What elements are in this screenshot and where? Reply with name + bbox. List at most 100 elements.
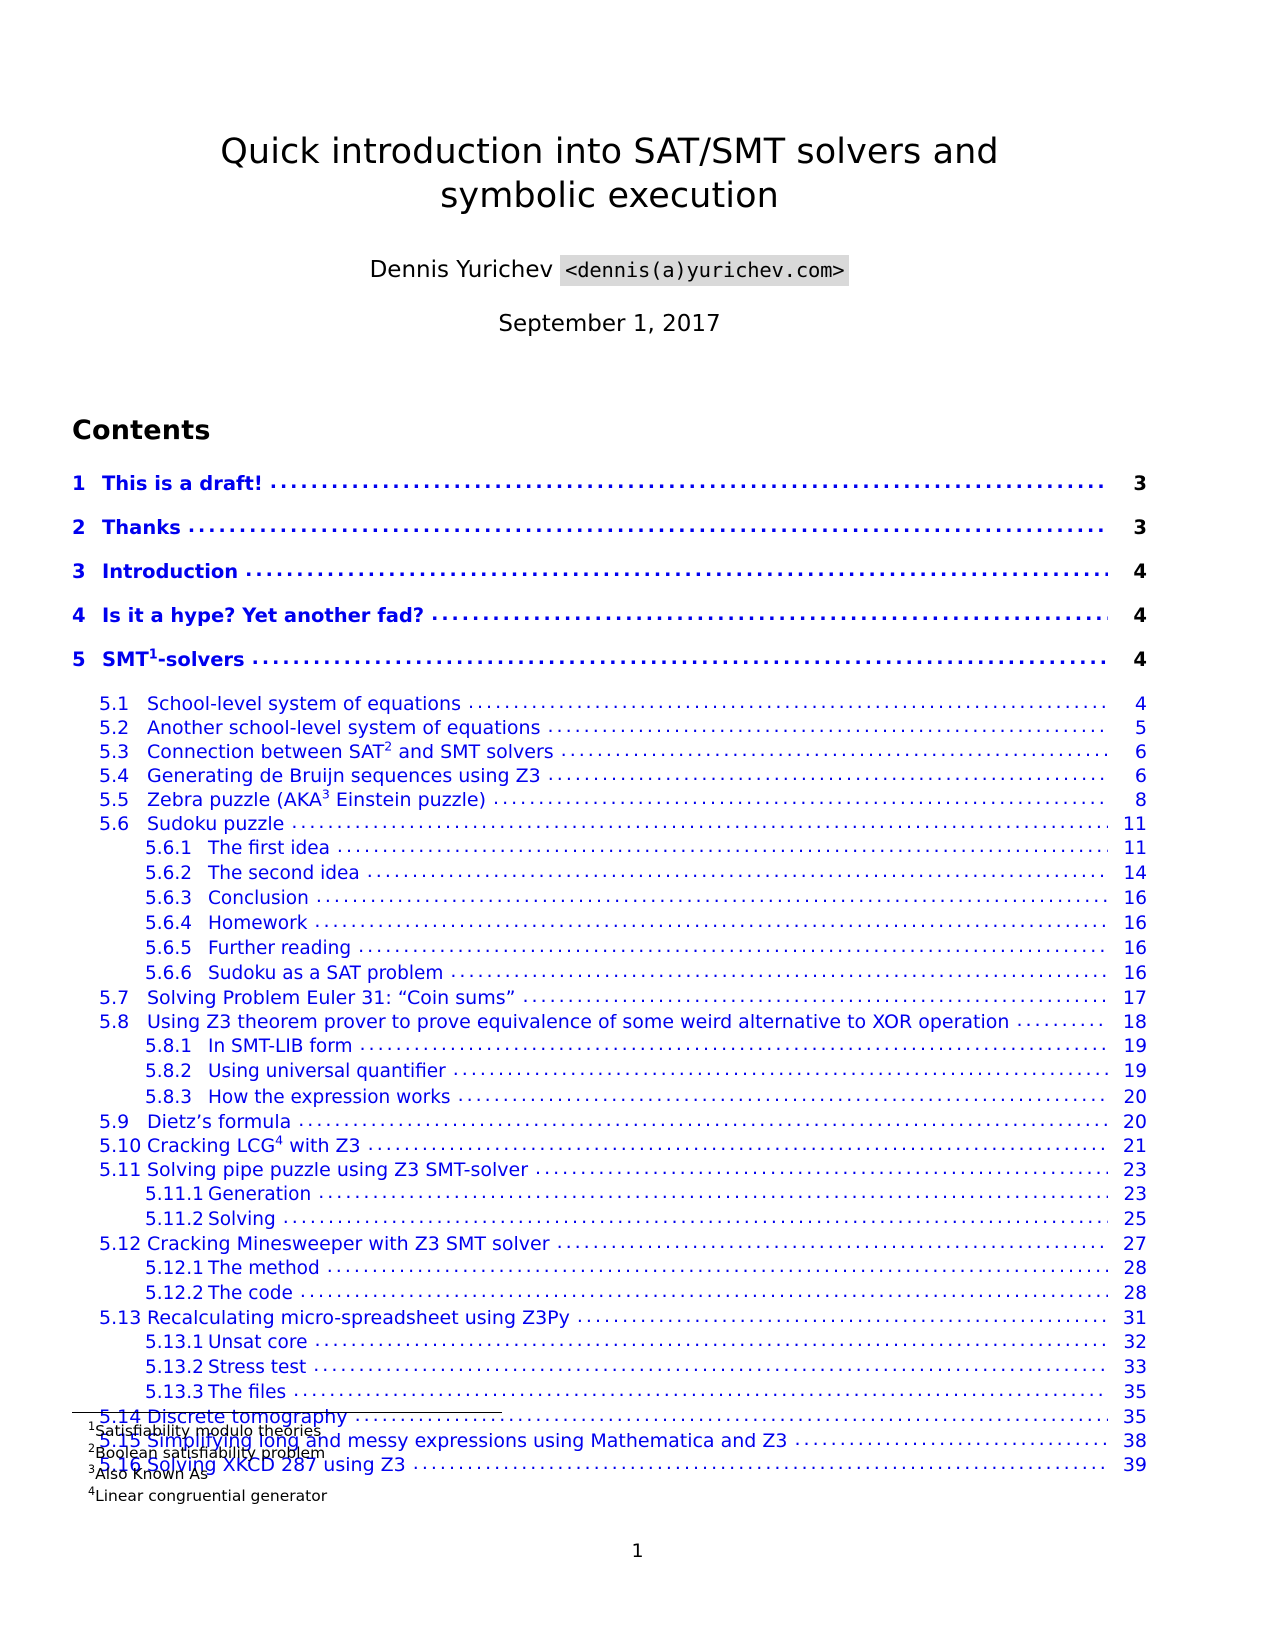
toc-entry-label: In SMT-LIB form: [208, 1036, 353, 1058]
toc-leader-dots: ........................................…: [291, 811, 1108, 834]
toc-entry[interactable]: 5.1 School-level system of equations.....…: [72, 691, 1147, 716]
toc-entry-page: 23: [1123, 1183, 1147, 1205]
table-of-contents: 1 This is a draft!.......................…: [72, 471, 1147, 1477]
toc-entry[interactable]: 5.8.1 In SMT-LIB form....................…: [72, 1033, 1147, 1059]
toc-entry[interactable]: 5.8.3 How the expression works...........…: [72, 1084, 1147, 1110]
footnote: 2Boolean satisfiability problem: [72, 1442, 1147, 1465]
toc-entry-page: 11: [1122, 813, 1147, 836]
toc-entry[interactable]: 5.13.1 Unsat core........................…: [72, 1329, 1147, 1355]
toc-entry-label: Is it a hype? Yet another fad?: [102, 603, 425, 627]
page-number: 1: [631, 1540, 644, 1562]
toc-leader-dots: ........................................…: [450, 960, 1108, 983]
toc-entry-page: 32: [1123, 1331, 1147, 1353]
toc-entry-number: 5.9: [99, 1110, 130, 1133]
toc-entry-page: 23: [1122, 1158, 1147, 1181]
toc-entry[interactable]: 5.12.2 The code..........................…: [72, 1280, 1147, 1306]
toc-entry[interactable]: 5.4 Generating de Bruijn sequences using …: [72, 762, 1147, 788]
toc-entry[interactable]: 5.6.4 Homework...........................…: [72, 910, 1147, 936]
toc-entry[interactable]: 5.6.2 The second idea....................…: [72, 860, 1147, 886]
toc-entry[interactable]: 5.6 Sudoku puzzle........................…: [72, 811, 1147, 836]
toc-entry-number: 5.12: [99, 1232, 142, 1255]
toc-entry-page: 6: [1134, 740, 1147, 763]
toc-entry-page: 4: [1134, 692, 1147, 715]
footnote: 4Linear congruential generator: [72, 1486, 1147, 1508]
toc-entry[interactable]: 3 Introduction...........................…: [72, 558, 1147, 583]
toc-entry-number: 5.6.6: [145, 963, 193, 985]
author-email[interactable]: <dennis(a)yurichev.com>: [560, 254, 850, 286]
toc-entry[interactable]: 5.7 Solving Problem Euler 31: “Coin sums”…: [72, 985, 1147, 1010]
toc-entry[interactable]: 5 SMT1-solvers...........................…: [72, 647, 1147, 671]
toc-entry-number: 5.6: [99, 813, 130, 836]
footnotes-list: 1Satisfiability modulo theories 2Boolean …: [72, 1421, 1147, 1508]
toc-leader-dots: ........................................…: [452, 1058, 1108, 1081]
footnote-marker[interactable]: 1: [149, 647, 158, 662]
toc-entry-page: 33: [1123, 1356, 1147, 1378]
toc-entry[interactable]: 5.13.2 Stress test.......................…: [72, 1353, 1147, 1380]
toc-entry-page: 8: [1134, 789, 1147, 811]
toc-entry-number: 5.2: [99, 716, 130, 739]
toc-entry[interactable]: 5.2 Another school-level system of equati…: [72, 715, 1147, 740]
toc-entry[interactable]: 5.5 Zebra puzzle (AKA3 Einstein puzzle)..…: [72, 786, 1147, 812]
toc-leader-dots: ........................................…: [431, 602, 1108, 625]
toc-entry[interactable]: 5.6.5 Further reading....................…: [72, 935, 1147, 961]
toc-entry[interactable]: 5.8 Using Z3 theorem prover to prove equi…: [72, 1009, 1147, 1034]
toc-entry-label: Connection between SAT2 and SMT solvers: [147, 738, 554, 763]
toc-entry-number: 5.8.1: [145, 1036, 193, 1058]
toc-leader-dots: ........................................…: [313, 1353, 1108, 1376]
toc-leader-dots: ........................................…: [245, 558, 1108, 581]
toc-entry-page: 4: [1133, 647, 1147, 671]
toc-entry-number: 2: [72, 515, 86, 539]
toc-leader-dots: ........................................…: [187, 514, 1108, 537]
footnote-marker[interactable]: 2: [384, 739, 392, 754]
toc-entry-number: 5.13.3: [145, 1381, 204, 1403]
toc-leader-dots: ........................................…: [315, 885, 1108, 908]
toc-entry[interactable]: 1 This is a draft!.......................…: [72, 471, 1147, 495]
toc-entry[interactable]: 5.11.2 Solving...........................…: [72, 1206, 1147, 1232]
toc-entry[interactable]: 5.3 Connection between SAT2 and SMT solve…: [72, 738, 1147, 764]
toc-entry-number: 5.12.1: [145, 1257, 204, 1279]
toc-entry[interactable]: 2 Thanks.................................…: [72, 514, 1147, 539]
toc-entry-page: 14: [1123, 863, 1147, 885]
toc-entry-number: 3: [72, 559, 86, 583]
toc-leader-dots: ........................................…: [547, 762, 1108, 785]
toc-entry-number: 5.7: [99, 987, 130, 1010]
toc-leader-dots: ........................................…: [522, 985, 1108, 1008]
toc-entry-label: Zebra puzzle (AKA3 Einstein puzzle): [147, 786, 487, 811]
footnote-marker[interactable]: 3: [322, 787, 330, 802]
toc-leader-dots: ........................................…: [493, 787, 1108, 809]
toc-leader-dots: ........................................…: [366, 860, 1108, 883]
toc-entry-number: 5.5: [99, 789, 130, 811]
toc-entry-number: 5.6.5: [145, 938, 193, 960]
title-block: Quick introduction into SAT/SMT solvers …: [72, 0, 1147, 337]
toc-entry-number: 5.3: [99, 740, 130, 763]
toc-entry-label: The first idea: [208, 838, 330, 860]
toc-entry-page: 20: [1123, 1086, 1147, 1108]
toc-entry[interactable]: 5.13.3 The files.........................…: [72, 1379, 1147, 1405]
toc-entry[interactable]: 5.11 Solving pipe puzzle using Z3 SMT-sol…: [72, 1157, 1147, 1182]
toc-entry[interactable]: 4 Is it a hype? Yet another fad?.........…: [72, 602, 1147, 627]
toc-entry[interactable]: 5.6.1 The first idea.....................…: [72, 835, 1147, 861]
toc-entry[interactable]: 5.8.2 Using universal quantifier.........…: [72, 1058, 1147, 1084]
toc-entry-label: This is a draft!: [102, 471, 263, 495]
toc-entry-number: 1: [72, 471, 86, 495]
footnote-marker[interactable]: 4: [275, 1132, 283, 1147]
toc-entry-label: Homework: [208, 913, 308, 935]
footnotes-block: 1Satisfiability modulo theories 2Boolean …: [72, 1412, 1147, 1508]
toc-entry-label: The files: [208, 1381, 287, 1403]
footnote-text: Also Known As: [95, 1465, 209, 1484]
toc-entry[interactable]: 5.6.3 Conclusion.........................…: [72, 885, 1147, 911]
toc-entry-page: 19: [1123, 1061, 1147, 1083]
toc-leader-dots: ........................................…: [326, 1254, 1108, 1277]
toc-leader-dots: ........................................…: [298, 1108, 1108, 1131]
toc-entry[interactable]: 5.9 Dietz’s formula......................…: [72, 1108, 1147, 1134]
toc-entry[interactable]: 5.12 Cracking Minesweeper with Z3 SMT sol…: [72, 1231, 1147, 1256]
toc-entry[interactable]: 5.10 Cracking LCG4 with Z3...............…: [72, 1132, 1147, 1158]
toc-entry[interactable]: 5.12.1 The method........................…: [72, 1254, 1147, 1281]
document-page: Quick introduction into SAT/SMT solvers …: [0, 0, 1275, 1651]
toc-entry[interactable]: 5.13 Recalculating micro-spreadsheet usin…: [72, 1305, 1147, 1330]
toc-entry[interactable]: 5.11.1 Generation........................…: [72, 1181, 1147, 1207]
toc-entry-number: 5.8.3: [145, 1086, 193, 1108]
toc-entry-number: 5.8.2: [145, 1061, 193, 1083]
toc-entry[interactable]: 5.6.6 Sudoku as a SAT problem............…: [72, 960, 1147, 986]
toc-entry-page: 28: [1123, 1282, 1147, 1304]
